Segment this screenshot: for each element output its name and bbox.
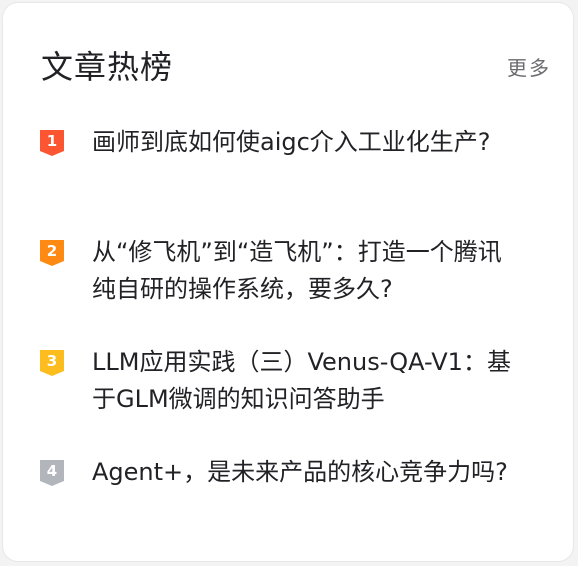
article-title[interactable]: 从“修飞机”到“造飞机”：打造一个腾讯纯自研的操作系统，要多久?	[92, 234, 520, 308]
rank-number: 2	[46, 242, 58, 260]
article-title[interactable]: LLM应用实践（三）Venus-QA-V1：基于GLM微调的知识问答助手	[92, 344, 520, 418]
rank-badge-3: 3	[40, 350, 64, 377]
list-item[interactable]: 4 Agent+，是未来产品的核心竞争力吗?	[40, 454, 520, 564]
list-item[interactable]: 2 从“修飞机”到“造飞机”：打造一个腾讯纯自研的操作系统，要多久?	[40, 234, 520, 344]
more-link[interactable]: 更多	[507, 55, 551, 81]
rank-number: 1	[46, 132, 58, 150]
list-item[interactable]: 1 画师到底如何使aigc介入工业化生产?	[40, 124, 520, 234]
rank-number: 3	[46, 352, 58, 370]
article-title[interactable]: 画师到底如何使aigc介入工业化生产?	[92, 124, 520, 161]
card-header: 文章热榜 更多	[41, 47, 551, 91]
rank-badge-4: 4	[40, 460, 64, 487]
hot-article-list: 1 画师到底如何使aigc介入工业化生产? 2 从“修飞机”到“造飞机”：打造一…	[40, 124, 520, 564]
rank-number: 4	[46, 462, 58, 480]
article-title[interactable]: Agent+，是未来产品的核心竞争力吗?	[92, 454, 520, 491]
card-title: 文章热榜	[41, 48, 174, 86]
rank-badge-1: 1	[40, 130, 64, 157]
rank-badge-2: 2	[40, 240, 64, 267]
list-item[interactable]: 3 LLM应用实践（三）Venus-QA-V1：基于GLM微调的知识问答助手	[40, 344, 520, 454]
